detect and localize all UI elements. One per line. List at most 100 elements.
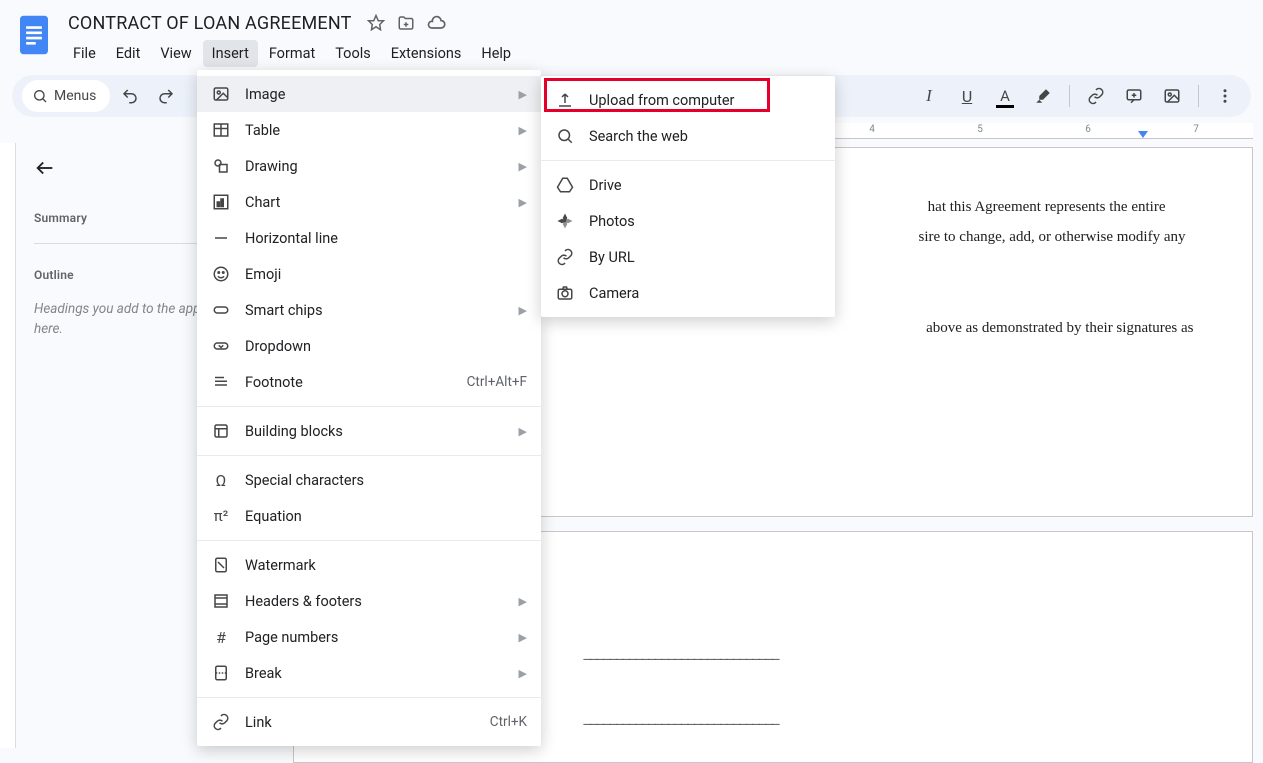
chevron-right-icon: ▶ (519, 160, 527, 173)
insert-watermark-label: Watermark (245, 557, 527, 574)
upload-icon (555, 90, 575, 110)
insert-chart[interactable]: Chart ▶ (197, 184, 541, 220)
chevron-right-icon: ▶ (519, 304, 527, 317)
footnote-shortcut: Ctrl+Alt+F (467, 374, 527, 390)
image-from-camera[interactable]: Camera (541, 275, 835, 311)
insert-link-label: Link (245, 714, 476, 731)
drive-label: Drive (589, 177, 821, 194)
footnote-icon (211, 372, 231, 392)
insert-buildingblocks-label: Building blocks (245, 423, 505, 440)
insert-smartchips-label: Smart chips (245, 302, 505, 319)
signature-line-1: ______________________________ (584, 642, 1162, 667)
docs-logo[interactable] (16, 12, 52, 58)
ruler-indent-marker[interactable] (1138, 131, 1148, 138)
doc-text-line-3: above as demonstrated by their signature… (926, 316, 1193, 341)
insert-dropdown-item[interactable]: Dropdown (197, 328, 541, 364)
menus-search[interactable]: Menus (22, 80, 110, 112)
underline-button[interactable]: U (952, 81, 982, 111)
menu-insert[interactable]: Insert (203, 40, 258, 67)
insert-pagenumbers-label: Page numbers (245, 629, 505, 646)
insert-building-blocks[interactable]: Building blocks ▶ (197, 413, 541, 449)
image-submenu: Upload from computer Search the web Driv… (541, 76, 835, 317)
link-icon (555, 247, 575, 267)
toolbar-separator-2 (1198, 85, 1199, 107)
upload-label: Upload from computer (589, 92, 821, 109)
link-icon (211, 712, 231, 732)
insert-emoji[interactable]: Emoji (197, 256, 541, 292)
add-comment-button[interactable] (1119, 81, 1149, 111)
menu-file[interactable]: File (64, 40, 105, 67)
insert-footnote-label: Footnote (245, 374, 453, 391)
upload-from-computer[interactable]: Upload from computer (541, 82, 835, 118)
break-icon (211, 663, 231, 683)
insert-footnote[interactable]: Footnote Ctrl+Alt+F (197, 364, 541, 400)
insert-image[interactable]: Image ▶ (197, 76, 541, 112)
image-from-drive[interactable]: Drive (541, 167, 835, 203)
redo-button[interactable] (151, 81, 181, 111)
undo-button[interactable] (115, 81, 145, 111)
insert-link-button[interactable] (1081, 81, 1111, 111)
chevron-right-icon: ▶ (519, 196, 527, 209)
ruler-num-7: 7 (1193, 124, 1199, 135)
chevron-right-icon: ▶ (519, 667, 527, 680)
search-icon (555, 126, 575, 146)
insert-specialchars-label: Special characters (245, 472, 527, 489)
photos-icon (555, 211, 575, 231)
ruler-vertical[interactable] (0, 143, 16, 748)
ruler-num-4: 4 (869, 124, 875, 135)
insert-drawing-label: Drawing (245, 158, 505, 175)
chevron-right-icon: ▶ (519, 88, 527, 101)
insert-drawing[interactable]: Drawing ▶ (197, 148, 541, 184)
star-icon[interactable] (366, 13, 386, 33)
insert-smart-chips[interactable]: Smart chips ▶ (197, 292, 541, 328)
italic-button[interactable]: I (914, 81, 944, 111)
insert-image-button[interactable] (1157, 81, 1187, 111)
menubar: File Edit View Insert Format Tools Exten… (64, 40, 1247, 67)
page-numbers-icon: # (211, 627, 231, 647)
menu-help[interactable]: Help (472, 40, 520, 67)
insert-table-label: Table (245, 122, 505, 139)
more-button[interactable] (1210, 81, 1240, 111)
chevron-right-icon: ▶ (519, 631, 527, 644)
insert-headersfooters-label: Headers & footers (245, 593, 505, 610)
chart-icon (211, 192, 231, 212)
move-icon[interactable] (396, 13, 416, 33)
image-by-url[interactable]: By URL (541, 239, 835, 275)
image-from-photos[interactable]: Photos (541, 203, 835, 239)
menu-format[interactable]: Format (260, 40, 324, 67)
insert-page-numbers[interactable]: # Page numbers ▶ (197, 619, 541, 655)
insert-link[interactable]: Link Ctrl+K (197, 704, 541, 740)
signature-line-2: ______________________________ (584, 707, 1162, 732)
insert-headers-footers[interactable]: Headers & footers ▶ (197, 583, 541, 619)
header: CONTRACT OF LOAN AGREEMENT File Edit Vie… (0, 0, 1263, 67)
insert-horizontal-line[interactable]: Horizontal line (197, 220, 541, 256)
menu-view[interactable]: View (151, 40, 200, 67)
menu-separator (197, 406, 541, 407)
insert-watermark[interactable]: Watermark (197, 547, 541, 583)
highlight-button[interactable] (1028, 81, 1058, 111)
insert-break[interactable]: Break ▶ (197, 655, 541, 691)
toolbar-separator (1069, 85, 1070, 107)
text-color-button[interactable]: A (990, 81, 1020, 111)
table-icon (211, 120, 231, 140)
menus-label: Menus (54, 88, 96, 104)
horizontal-line-icon (211, 228, 231, 248)
insert-dropdown: Image ▶ Table ▶ Drawing ▶ Chart ▶ Horizo… (197, 70, 541, 746)
insert-table[interactable]: Table ▶ (197, 112, 541, 148)
cloud-status-icon[interactable] (426, 13, 446, 33)
pi-icon: π² (211, 506, 231, 526)
insert-equation[interactable]: π² Equation (197, 498, 541, 534)
drawing-icon (211, 156, 231, 176)
chevron-right-icon: ▶ (519, 425, 527, 438)
insert-special-characters[interactable]: Ω Special characters (197, 462, 541, 498)
menu-edit[interactable]: Edit (107, 40, 150, 67)
search-web-label: Search the web (589, 128, 821, 145)
image-icon (211, 84, 231, 104)
menu-extensions[interactable]: Extensions (382, 40, 471, 67)
insert-chart-label: Chart (245, 194, 505, 211)
menu-tools[interactable]: Tools (326, 40, 380, 67)
menu-separator (541, 160, 835, 161)
dropdown-icon (211, 336, 231, 356)
doc-title[interactable]: CONTRACT OF LOAN AGREEMENT (64, 11, 356, 36)
search-the-web[interactable]: Search the web (541, 118, 835, 154)
